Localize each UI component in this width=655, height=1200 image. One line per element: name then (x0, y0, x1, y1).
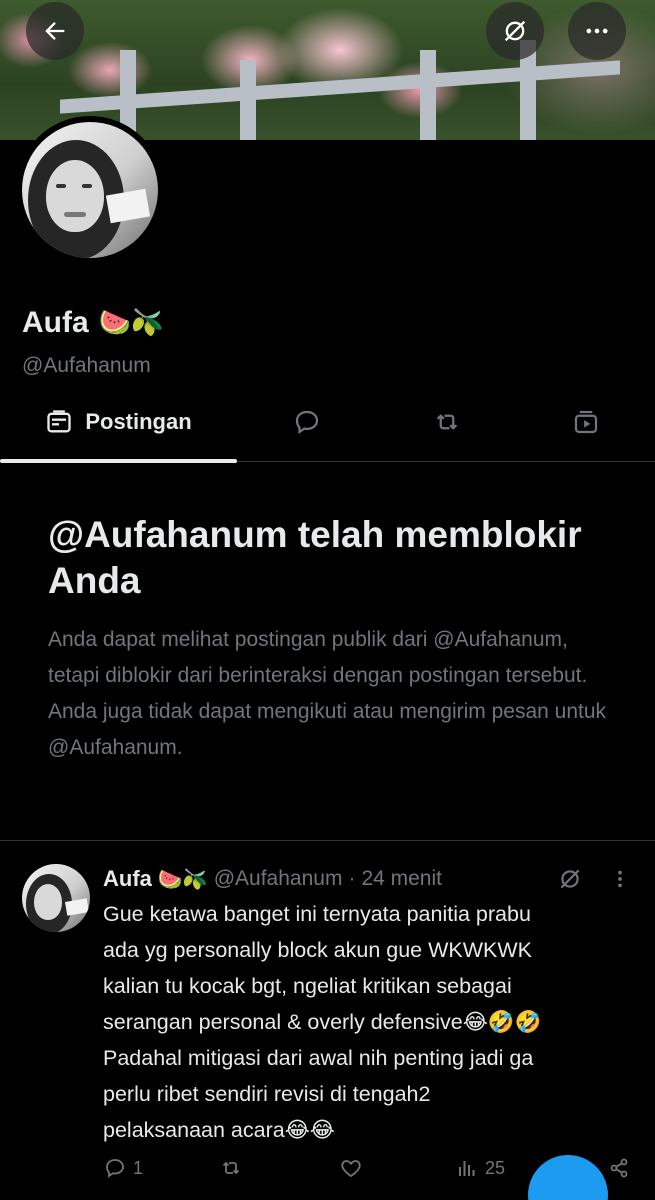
more-vertical-icon (618, 870, 622, 888)
grok-icon (560, 869, 580, 889)
video-icon (574, 410, 598, 434)
profile-name-emoji: 🍉🫒 (98, 308, 164, 338)
post-avatar[interactable] (22, 864, 90, 932)
profile-avatar[interactable] (16, 116, 164, 264)
post-text-line: pelaksanaan acara😂😂 (103, 1118, 335, 1142)
share-button[interactable] (607, 1152, 631, 1184)
post-grok-button[interactable] (554, 864, 586, 894)
post-text-line: Gue ketawa banget ini ternyata panitia p… (103, 902, 531, 926)
post-separator: · (348, 867, 356, 890)
profile-name: Aufa (22, 306, 89, 339)
reply-button[interactable]: 1 (103, 1152, 143, 1184)
share-icon (610, 1158, 628, 1178)
repost-icon (222, 1161, 240, 1175)
arrow-left-icon (45, 22, 65, 40)
profile-name-row: Aufa 🍉🫒 (22, 306, 163, 340)
reply-bubble-icon (295, 410, 319, 435)
avatar-image (22, 122, 158, 258)
divider (0, 840, 655, 841)
tab-videos[interactable] (517, 382, 655, 462)
post-text-line: Padahal mitigasi dari awal nih penting j… (103, 1046, 534, 1070)
reply-icon (106, 1159, 124, 1178)
post-text-line: ada yg personally block akun gue WKWKWK (103, 938, 533, 962)
post-text-line: kalian tu kocak bgt, ngeliat kritikan se… (103, 974, 512, 998)
fence-rail (60, 60, 620, 114)
post-text-line: perlu ribet sendiri revisi di tengah2 (103, 1082, 431, 1106)
blocked-title: @Aufahanum telah memblokir Anda (48, 514, 582, 601)
post-more-button[interactable] (606, 864, 634, 894)
fence-post (240, 60, 256, 140)
active-tab-indicator (0, 459, 237, 463)
repost-icon (436, 414, 458, 430)
tab-reposts[interactable] (377, 382, 517, 462)
back-button[interactable] (26, 2, 84, 60)
profile-handle: @Aufahanum (22, 354, 151, 377)
profile-tabs: Postingan (0, 382, 655, 463)
fence-post (420, 50, 436, 140)
more-horizontal-icon (586, 28, 608, 34)
like-button[interactable] (339, 1152, 369, 1184)
views-button[interactable]: 25 (455, 1152, 505, 1184)
reply-count: 1 (133, 1157, 144, 1178)
post-text: Gue ketawa banget ini ternyata panitia p… (103, 896, 643, 1148)
post-timestamp[interactable]: 24 menit (361, 867, 442, 891)
post-author-emoji: 🍉🫒 (157, 867, 208, 891)
post-author-handle[interactable]: @Aufahanum (214, 867, 343, 891)
more-options-button[interactable] (568, 2, 626, 60)
grok-button[interactable] (486, 2, 544, 60)
repost-button[interactable] (219, 1152, 249, 1184)
post-text-line: serangan personal & overly defensive😂🤣🤣 (103, 1010, 542, 1034)
views-count: 25 (485, 1157, 506, 1178)
tab-postingan[interactable]: Postingan (0, 382, 237, 463)
tab-label: Postingan (85, 409, 192, 434)
heart-icon (341, 1160, 361, 1178)
analytics-icon (459, 1161, 475, 1176)
tab-replies[interactable] (237, 382, 377, 462)
post-author-name[interactable]: Aufa (103, 866, 152, 892)
blocked-description: Anda dapat melihat postingan publik dari… (48, 628, 607, 759)
timeline-icon (47, 410, 71, 433)
grok-icon (504, 20, 526, 42)
post-header: Aufa 🍉🫒 @Aufahanum · 24 menit (103, 864, 442, 894)
